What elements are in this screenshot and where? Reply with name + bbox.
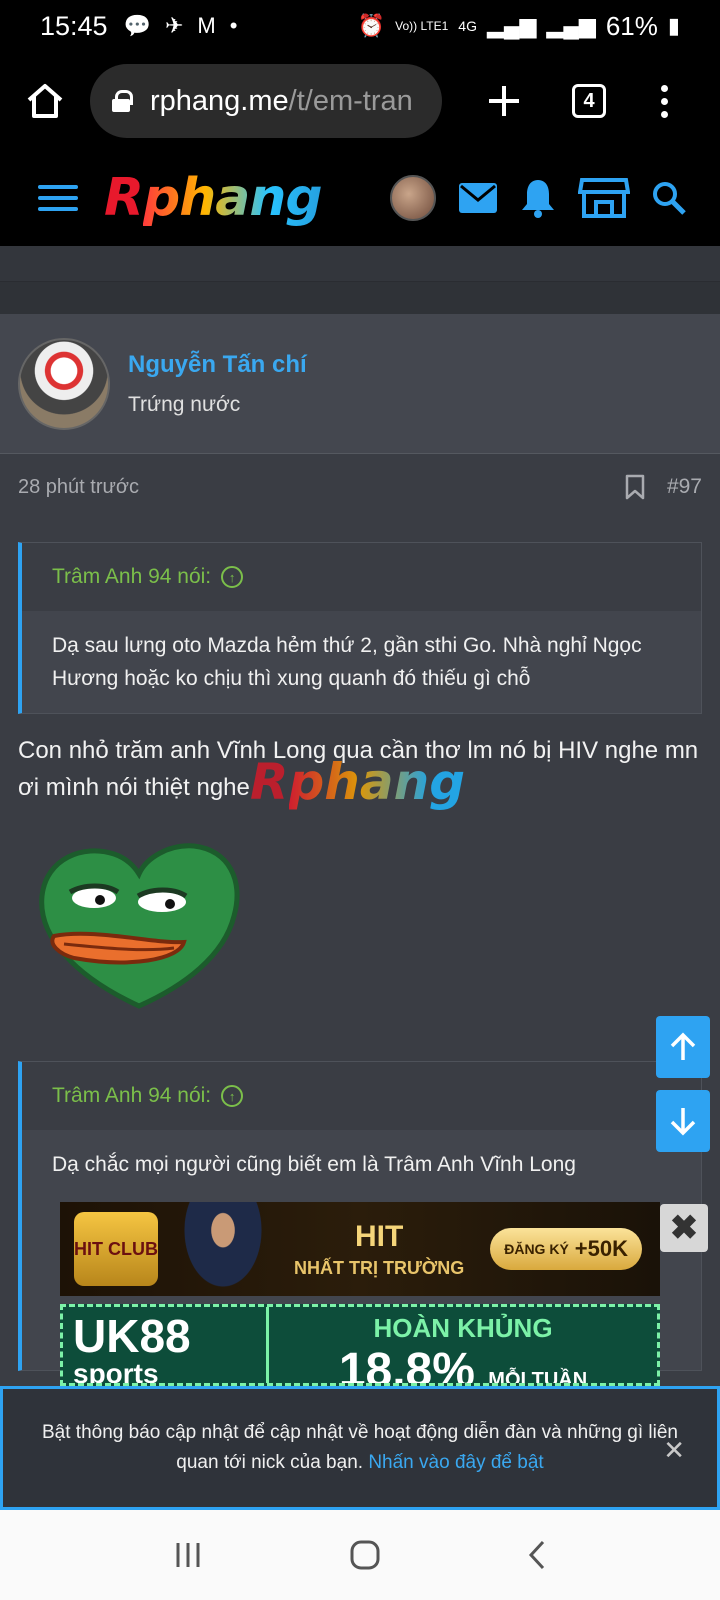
- back-icon[interactable]: [527, 1539, 547, 1571]
- post-author-block: Nguyễn Tấn chí Trứng nước: [0, 314, 720, 454]
- ad-close-button[interactable]: ✖: [660, 1204, 708, 1252]
- arrow-up-circle-icon[interactable]: ↑: [221, 1085, 244, 1107]
- inbox-icon[interactable]: [458, 182, 498, 214]
- author-avatar[interactable]: [18, 337, 110, 430]
- ad2-brand-sub: sports: [73, 1358, 159, 1386]
- menu-dot: [660, 97, 668, 105]
- address-bar[interactable]: rphang.me/t/em-tran: [90, 64, 442, 138]
- signal-icon: ▂▄▆: [486, 13, 537, 38]
- close-notification-icon[interactable]: ✕: [663, 1435, 685, 1466]
- quote-author-2: Trâm Anh 94 nói:: [52, 1084, 212, 1107]
- header-actions: [390, 175, 686, 221]
- ad2-headline: HOÀN KHỦNG: [373, 1313, 553, 1343]
- post-time[interactable]: 28 phút trước: [18, 476, 139, 499]
- site-header: Rphang: [0, 150, 720, 246]
- system-nav-bar: [0, 1510, 720, 1600]
- recent-apps-icon[interactable]: [173, 1540, 203, 1570]
- home-button[interactable]: [0, 83, 90, 119]
- ad-person-image: [178, 1202, 268, 1296]
- status-time: 15:45: [40, 10, 108, 41]
- home-icon: [27, 84, 63, 118]
- quote-header[interactable]: Trâm Anh 94 nói: ↑: [22, 543, 701, 611]
- bookmark-icon[interactable]: [625, 474, 645, 500]
- chat-icon: 💬: [123, 13, 151, 38]
- search-icon[interactable]: [652, 181, 686, 215]
- tab-count: 4: [572, 84, 606, 118]
- post-separator: [0, 282, 720, 314]
- signal-icon-2: ▂▄▆: [546, 13, 596, 38]
- author-name[interactable]: Nguyễn Tấn chí: [128, 351, 307, 379]
- quote-block: Trâm Anh 94 nói: ↑ Dạ sau lưng oto Mazda…: [18, 542, 702, 714]
- quote-author: Trâm Anh 94 nói:: [52, 565, 212, 588]
- enable-notifications-link[interactable]: Nhấn vào đây để bật: [368, 1452, 543, 1473]
- ad1-title: HIT: [354, 1219, 404, 1253]
- tab-switcher-button[interactable]: 4: [544, 84, 634, 118]
- home-nav-icon[interactable]: [349, 1539, 381, 1571]
- dot-icon: •: [229, 13, 238, 38]
- author-title: Trứng nước: [128, 392, 241, 416]
- hamburger-menu-icon[interactable]: [38, 185, 78, 211]
- ad2-brand: UK88: [73, 1310, 191, 1362]
- battery-percent: 61%: [605, 10, 658, 41]
- push-notification-banner: Bật thông báo cập nhật để cập nhật về ho…: [0, 1386, 720, 1510]
- status-bar: 15:45 💬 ✈ M • ⏰ Vo)) LTE1 4G ▂▄▆ ▂▄▆ 61%…: [0, 0, 720, 52]
- browser-menu-button[interactable]: [634, 84, 694, 118]
- url-host: rphang.me: [150, 84, 289, 117]
- ad2-percent: 18.8%: [338, 1344, 475, 1386]
- ad1-subtitle: NHẤT TRỊ TRƯỜNG: [294, 1257, 465, 1278]
- plus-icon: [489, 86, 519, 116]
- hitclub-logo: HIT CLUB: [74, 1212, 158, 1286]
- notification-text: Bật thông báo cập nhật để cập nhật về ho…: [42, 1422, 678, 1473]
- menu-dot: [660, 84, 668, 92]
- arrow-up-icon: [670, 1032, 696, 1060]
- scroll-bottom-button[interactable]: [656, 1090, 710, 1152]
- user-avatar[interactable]: [390, 175, 436, 221]
- quote-text: Dạ sau lưng oto Mazda hẻm thứ 2, gần sth…: [22, 611, 701, 713]
- browser-toolbar: rphang.me/t/em-tran 4: [0, 52, 720, 150]
- url-path: /t/em-tran: [288, 84, 413, 117]
- site-logo[interactable]: Rphang: [104, 168, 323, 228]
- volte-label: Vo)) LTE1: [395, 19, 449, 33]
- post-body: Con nhỏ trăm anh Vĩnh Long qua cần thơ l…: [0, 714, 720, 811]
- arrow-down-icon: [670, 1108, 696, 1136]
- hitclub-ad-banner[interactable]: HIT CLUB HIT NHẤT TRỊ TRƯỜNG ĐĂNG KÝ +50…: [60, 1202, 660, 1296]
- telegram-icon: ✈: [164, 13, 184, 38]
- uk88-ad-banner[interactable]: UK88 sports HOÀN KHỦNG 18.8% MỖI TUẦN: [60, 1304, 660, 1386]
- post-meta: 28 phút trước #97: [0, 454, 720, 520]
- menu-dot: [660, 110, 668, 118]
- previous-post-end: [0, 246, 720, 282]
- network-label: 4G: [458, 18, 477, 34]
- ad1-cta[interactable]: ĐĂNG KÝ +50K: [490, 1228, 642, 1270]
- ad2-tail: MỖI TUẦN: [488, 1369, 588, 1386]
- system-icons: ⏰ Vo)) LTE1 4G ▂▄▆ ▂▄▆ 61% ▮: [358, 11, 680, 42]
- quote-header-2[interactable]: Trâm Anh 94 nói: ↑: [22, 1062, 701, 1130]
- pepe-heart-sticker: [39, 843, 240, 1009]
- mail-icon: M: [197, 13, 216, 38]
- post-body-text: Con nhỏ trăm anh Vĩnh Long qua cần thơ l…: [18, 737, 699, 801]
- battery-icon: ▮: [667, 13, 680, 38]
- watermark-logo: Rphang: [250, 753, 466, 811]
- notification-icons: 💬 ✈ M •: [124, 13, 238, 39]
- new-tab-button[interactable]: [464, 84, 544, 118]
- scroll-top-button[interactable]: [656, 1016, 710, 1078]
- arrow-up-circle-icon[interactable]: ↑: [221, 566, 244, 588]
- lock-icon: [112, 90, 133, 112]
- post-number[interactable]: #97: [667, 475, 702, 499]
- alarm-icon: ⏰: [357, 13, 386, 38]
- bell-icon[interactable]: [520, 178, 556, 218]
- store-icon[interactable]: [578, 176, 630, 220]
